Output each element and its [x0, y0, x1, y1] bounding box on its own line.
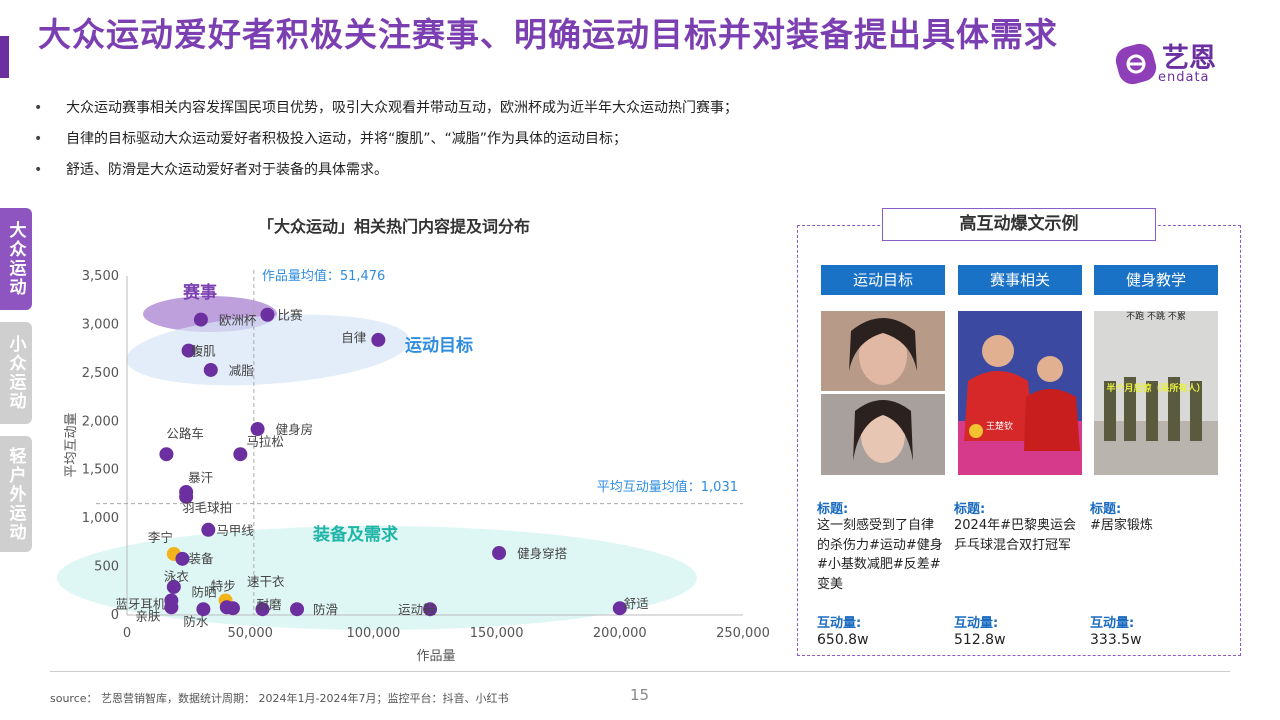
x-tick-label: 250,000 — [716, 626, 770, 641]
y-mean-label: 平均互动量均值：1,031 — [597, 479, 738, 495]
panel-title: 高互动爆文示例 — [882, 208, 1156, 241]
y-tick-label: 2,500 — [82, 366, 119, 381]
data-point-label: 健身穿搭 — [517, 546, 568, 561]
data-point-label: 减脂 — [229, 363, 254, 378]
data-point — [193, 312, 208, 327]
data-point-label: 李宁 — [148, 530, 173, 545]
data-point — [175, 551, 190, 566]
group-label-events: 赛事 — [182, 282, 217, 303]
post-title-label: 标题: — [817, 502, 849, 517]
post-image-selfie[interactable] — [821, 311, 945, 475]
interaction-label: 互动量: — [954, 616, 999, 631]
data-point-label: 暴汗 — [188, 470, 213, 485]
data-point-label: 防滑 — [313, 602, 338, 617]
x-tick-label: 100,000 — [347, 626, 401, 641]
data-point-label: 特步 — [211, 578, 236, 593]
endata-logo-icon — [1115, 43, 1157, 85]
data-point — [159, 447, 174, 462]
data-point-label: 防水 — [183, 614, 209, 629]
y-axis-label: 平均互动量 — [64, 412, 79, 477]
interaction-value: 650.8w — [817, 632, 869, 648]
data-point — [290, 602, 305, 617]
data-point — [203, 362, 218, 377]
y-tick-label: 2,000 — [82, 414, 119, 429]
image-caption-top: 不跑 不跳 不累 — [1126, 311, 1186, 322]
example-column-event: 赛事相关 王楚钦 标题: 2024年#巴黎奥运会乒乓球混合双打冠军 互动量: 5… — [954, 265, 1082, 648]
data-point-label: 泳衣 — [164, 569, 190, 584]
group-label-gear: 装备及需求 — [312, 524, 398, 545]
post-title-text: #居家锻炼 — [1090, 518, 1153, 533]
data-point — [371, 332, 386, 347]
data-point-label: 欧洲杯 — [219, 313, 257, 328]
example-column-fitness: 健身教学 不跑 不跳 不累 半个月后惊（呆所有人） 标题: #居家锻炼 互动量:… — [1090, 265, 1218, 648]
image-caption: 王楚钦 — [986, 420, 1013, 432]
page-number: 15 — [630, 686, 650, 704]
x-axis-label: 作品量 — [416, 649, 455, 664]
data-point-label: 羽毛球拍 — [182, 500, 232, 515]
selfie-photo-icon — [821, 311, 945, 475]
data-point-label: 装备 — [188, 551, 214, 566]
data-point-label: 马甲线 — [216, 523, 254, 538]
x-tick-label: 50,000 — [227, 626, 273, 641]
data-point — [225, 601, 240, 616]
data-point-label: 耐磨 — [257, 597, 283, 612]
data-point-label: 速干衣 — [247, 574, 285, 589]
table-tennis-photo-icon: 王楚钦 — [958, 311, 1082, 475]
y-tick-label: 1,000 — [82, 511, 119, 526]
data-point-label: 马拉松 — [246, 434, 284, 449]
post-title-text: 2024年#巴黎奥运会乒乓球混合双打冠军 — [954, 518, 1076, 553]
post-title-label: 标题: — [954, 502, 986, 517]
post-title-text: 这一刻感受到了自律的杀伤力#运动#健身#小基数减肥#反差#变美 — [817, 518, 943, 592]
data-point-label: 腹肌 — [191, 344, 217, 359]
data-point — [233, 447, 248, 462]
interaction-label: 互动量: — [817, 616, 862, 631]
y-tick-label: 1,500 — [82, 463, 119, 478]
example-column-goal: 运动目标 标题: 这一刻感受到了自律的杀伤力#运动#健身#小基数减肥#反差#变美… — [817, 265, 945, 648]
data-point-label: 亲肤 — [135, 608, 161, 623]
logo-sub: endata — [1158, 70, 1210, 85]
data-point-label: 公路车 — [166, 426, 204, 441]
footer-divider — [50, 671, 1230, 672]
data-point-label: 比赛 — [277, 308, 303, 323]
source-note: source： 艺恩营销智库，数据统计周期： 2024年1月-2024年7月；监… — [50, 692, 509, 705]
post-image-table-tennis[interactable]: 王楚钦 — [958, 311, 1082, 475]
data-point — [164, 600, 179, 615]
interaction-value: 512.8w — [954, 632, 1006, 648]
y-tick-label: 500 — [94, 560, 119, 575]
fitness-class-photo-icon: 不跑 不跳 不累 半个月后惊（呆所有人） — [1094, 311, 1218, 475]
group-label-goals: 运动目标 — [405, 335, 473, 356]
x-tick-label: 0 — [123, 626, 131, 641]
x-tick-label: 200,000 — [593, 626, 647, 641]
y-tick-label: 3,000 — [82, 317, 119, 332]
data-point-label: 舒适 — [624, 596, 649, 611]
data-point-label: 运动鞋 — [398, 602, 436, 617]
interaction-label: 互动量: — [1090, 616, 1135, 631]
endata-logo: 艺恩 endata — [1114, 38, 1244, 90]
column-header: 赛事相关 — [958, 265, 1082, 295]
interaction-value: 333.5w — [1090, 632, 1142, 648]
post-image-fitness-class[interactable]: 不跑 不跳 不累 半个月后惊（呆所有人） — [1094, 311, 1218, 475]
x-tick-label: 150,000 — [470, 626, 524, 641]
image-caption-mid: 半个月后惊（呆所有人） — [1106, 382, 1205, 394]
data-point — [492, 546, 507, 561]
post-title-label: 标题: — [1090, 502, 1122, 517]
y-tick-label: 3,500 — [82, 269, 119, 284]
data-point — [260, 307, 275, 322]
x-mean-label: 作品量均值：51,476 — [262, 268, 386, 284]
column-header: 运动目标 — [821, 265, 945, 295]
column-header: 健身教学 — [1094, 265, 1218, 295]
data-point — [201, 522, 216, 537]
data-point-label: 自律 — [341, 330, 366, 345]
scatter-chart: 05001,0001,5002,0002,5003,0003,5000 50,00… — [57, 268, 770, 664]
